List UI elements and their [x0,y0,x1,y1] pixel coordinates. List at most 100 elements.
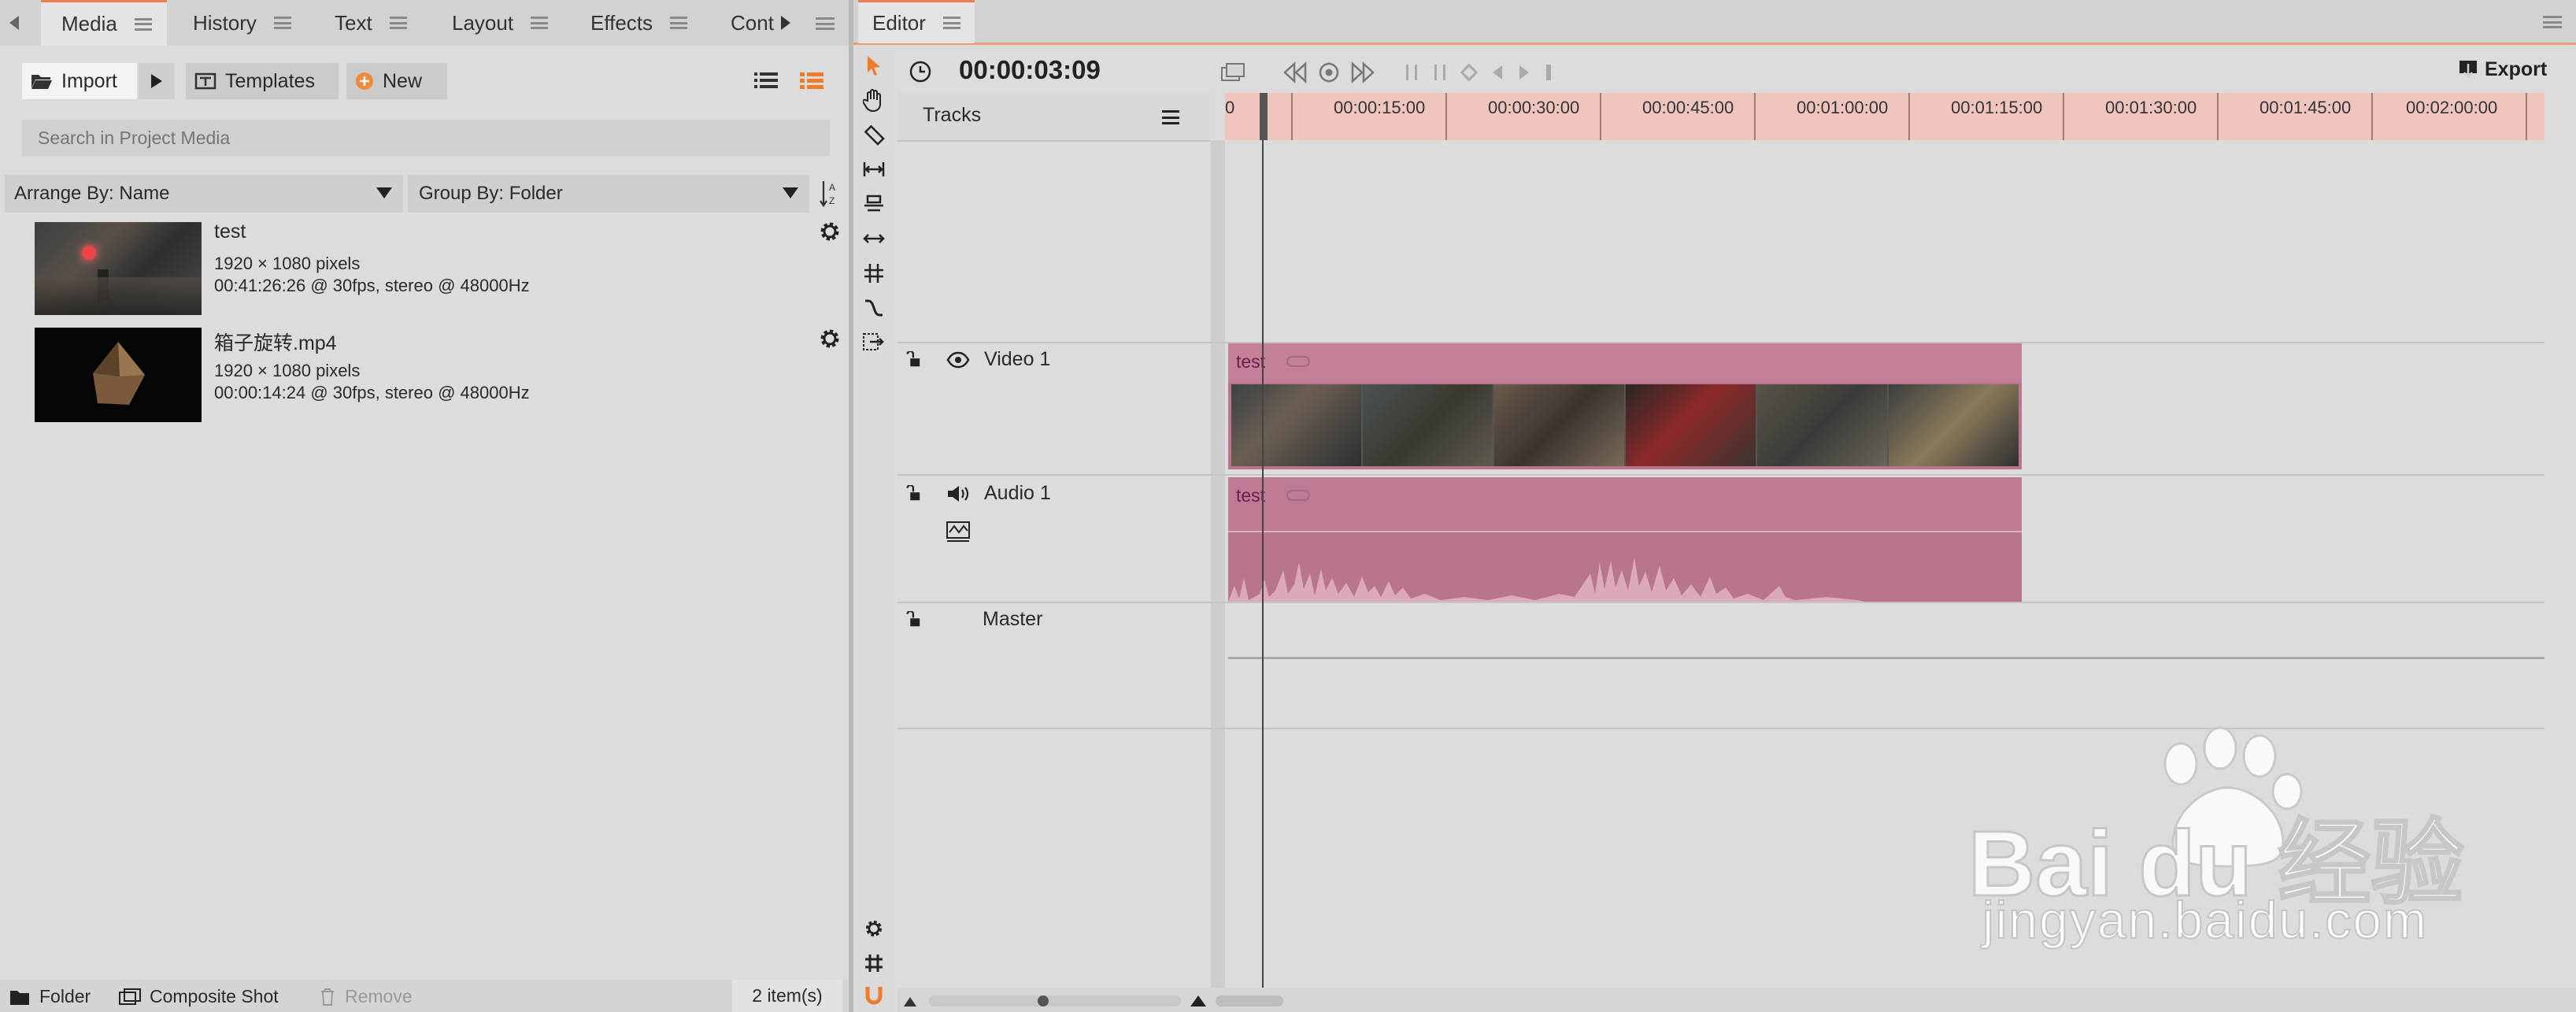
tab-layout[interactable]: Layout [452,0,549,46]
lock-icon[interactable] [904,351,921,369]
lock-icon[interactable] [904,611,921,628]
curve-tool-icon[interactable] [862,296,886,320]
editor-menu-icon[interactable] [2543,16,2562,28]
next-keyframe-icon[interactable] [1519,65,1529,80]
tab-text[interactable]: Text [335,0,407,46]
tab-menu-icon[interactable] [273,17,291,29]
marker-icon[interactable] [1434,65,1445,80]
tab-scroll-right-icon[interactable] [781,16,790,30]
watermark-url: jingyan.baidu.com [1982,890,2428,950]
ruler-tick [2217,93,2219,140]
ripple-tool-icon[interactable] [862,227,886,250]
split-marker-icon[interactable] [1546,65,1551,80]
settings-icon[interactable] [862,917,886,940]
dropdown-arrow-icon [783,187,798,198]
keyframe-controls[interactable] [1406,63,1595,82]
templates-button[interactable]: Templates [186,63,339,99]
stop-icon[interactable] [1318,61,1340,83]
composite-shot-button[interactable]: Composite Shot [118,986,279,1007]
tab-layout-label: Layout [452,10,514,35]
media-item[interactable]: 箱子旋转.mp4 1920 × 1080 pixels 00:00:14:24 … [0,326,849,424]
new-button[interactable]: New [346,63,447,99]
lock-icon[interactable] [904,485,921,502]
razor-tool-icon[interactable] [862,123,886,146]
arrange-by-select[interactable]: Arrange By: Name [5,175,403,213]
link-icon [1286,356,1310,367]
folder-button[interactable]: Folder [9,986,91,1007]
slide-tool-icon[interactable] [862,192,886,216]
tab-menu-icon[interactable] [670,17,688,29]
tab-scroll-left-icon[interactable] [9,16,19,30]
clip-title: test [1236,485,1266,506]
import-more-button[interactable] [139,63,175,99]
folder-icon [10,990,29,1005]
remove-button[interactable]: Remove [318,986,413,1007]
ruler-tick [1445,93,1447,140]
gear-icon[interactable] [817,326,842,351]
tab-menu-icon[interactable] [942,17,960,29]
insert-tool-icon[interactable] [862,331,886,354]
media-thumbnail [35,328,202,422]
prev-marker-icon[interactable] [1406,65,1417,80]
hand-tool-icon[interactable] [862,88,886,112]
tab-history-label: History [193,10,257,35]
horizontal-scrollbar[interactable] [1216,995,1283,1006]
detail-view-icon[interactable] [800,71,824,90]
grid-snap-icon[interactable] [862,951,886,975]
search-input[interactable] [36,126,811,150]
track-separator [898,602,2545,603]
tracks-menu-icon[interactable] [1162,110,1179,124]
media-item[interactable]: test 1920 × 1080 pixels 00:41:26:26 @ 30… [0,219,849,317]
media-name: test [214,221,246,243]
tab-menu-icon[interactable] [389,17,407,29]
gear-icon[interactable] [817,219,842,244]
track-name-master: Master [983,608,1043,630]
ruler-label: 00:00:30:00 [1488,98,1580,117]
tool-strip [853,46,894,1012]
tab-media[interactable]: Media [41,0,167,46]
sort-az-icon[interactable]: AZ [819,180,841,208]
expand-left-icon[interactable] [904,997,916,1006]
clip-thumbnails [1231,384,2019,466]
zoom-slider-track[interactable] [929,995,1181,1006]
magnet-icon[interactable] [862,984,886,1008]
folder-open-icon [31,75,52,89]
list-view-icon[interactable] [754,71,778,90]
playhead-handle[interactable] [1260,93,1268,140]
svg-text:A: A [829,182,835,193]
tab-menu-icon[interactable] [134,17,152,31]
keyframe-icon[interactable] [1460,63,1479,82]
viewer-toggle-icon[interactable] [1220,61,1245,83]
import-button[interactable]: Import [22,63,137,99]
tab-menu-icon[interactable] [531,17,549,29]
item-count-label: 2 item(s) [752,985,823,1006]
composite-shot-icon [119,988,141,1005]
roll-tool-icon[interactable] [862,261,886,285]
video-clip[interactable]: test [1228,343,2022,469]
fast-forward-icon[interactable] [1349,61,1375,83]
playhead-line[interactable] [1262,140,1264,988]
slip-tool-icon[interactable] [862,158,886,181]
panel-menu-icon[interactable] [816,17,835,30]
timecode-icon[interactable] [909,60,932,83]
media-resolution: 1920 × 1080 pixels [214,361,361,380]
audio-envelope-icon[interactable] [946,521,970,543]
tab-history[interactable]: History [193,0,291,46]
search-field[interactable] [22,120,830,156]
audio-waveform [1228,558,1864,602]
speaker-icon[interactable] [946,484,970,504]
rewind-icon[interactable] [1283,61,1308,83]
group-by-select[interactable]: Group By: Folder [408,175,809,213]
tab-effects[interactable]: Effects [590,0,688,46]
tab-cont[interactable]: Cont [731,0,774,46]
tab-editor[interactable]: Editor [858,0,975,43]
selection-tool-icon[interactable] [862,54,886,77]
timecode-display[interactable]: 00:00:03:09 [959,55,1101,85]
ruler-label: 00:02:00:00 [2406,98,2498,117]
export-button[interactable]: Export [2458,58,2547,81]
collapse-up-icon[interactable] [1190,995,1206,1006]
prev-keyframe-icon[interactable] [1493,65,1502,80]
zoom-slider-thumb[interactable] [1038,995,1049,1006]
audio-clip[interactable]: test [1228,477,2022,602]
eye-icon[interactable] [946,351,970,369]
